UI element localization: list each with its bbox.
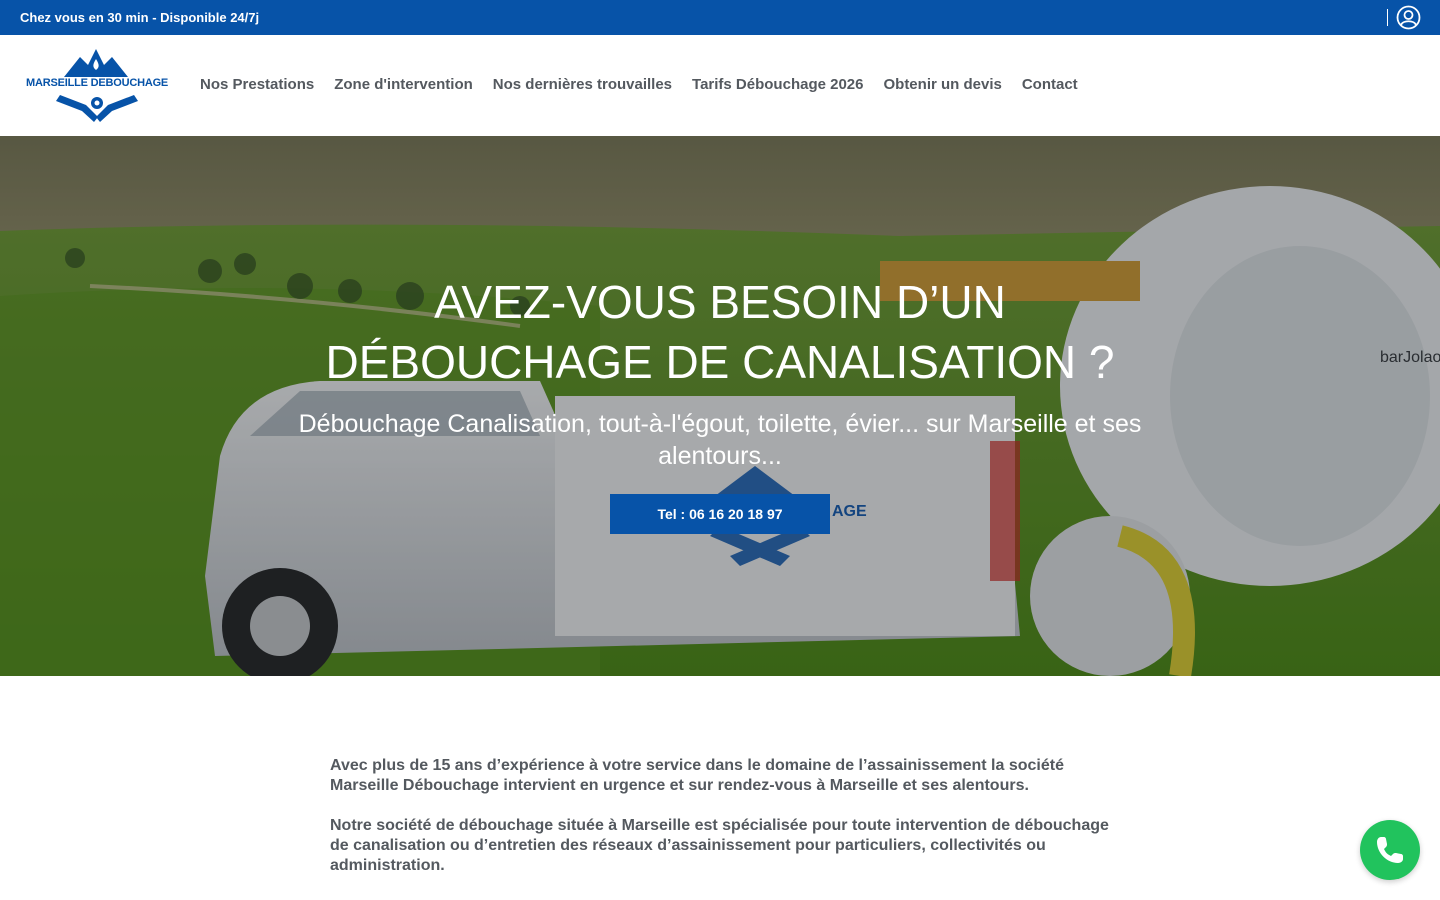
- intro-section: Avec plus de 15 ans d’expérience à votre…: [330, 756, 1120, 896]
- hero-title-line-1: AVEZ-VOUS BESOIN D’UN: [434, 276, 1006, 328]
- site-logo[interactable]: MARSEILLE DEBOUCHAGE: [24, 47, 170, 125]
- hero-title-line-2: DÉBOUCHAGE DE CANALISATION ?: [325, 336, 1115, 388]
- user-circle-icon[interactable]: [1396, 5, 1421, 30]
- nav-item-tarifs[interactable]: Tarifs Débouchage 2026: [682, 76, 873, 93]
- hero-overlay: [0, 136, 1440, 676]
- call-button[interactable]: Tel : 06 16 20 18 97: [610, 494, 830, 534]
- hero-banner: AGE barJolao AVEZ-VOUS BESOIN D’UN DÉBOU…: [0, 136, 1440, 676]
- top-bar: Chez vous en 30 min - Disponible 24/7j: [0, 0, 1440, 35]
- site-header: MARSEILLE DEBOUCHAGE Nos Prestations Zon…: [0, 35, 1440, 136]
- nav-item-contact[interactable]: Contact: [1012, 76, 1088, 93]
- phone-icon: [1377, 837, 1403, 863]
- intro-paragraph: Notre société de débouchage située à Mar…: [330, 817, 1109, 874]
- nav-item-dernieres-trouvailles[interactable]: Nos dernières trouvailles: [483, 76, 682, 93]
- intro-paragraph: Avec plus de 15 ans d’expérience à votre…: [330, 757, 1064, 794]
- logo-text: MARSEILLE DEBOUCHAGE: [26, 77, 169, 89]
- hero-title: AVEZ-VOUS BESOIN D’UN DÉBOUCHAGE DE CANA…: [270, 272, 1170, 392]
- availability-announcement: Chez vous en 30 min - Disponible 24/7j: [20, 10, 260, 25]
- topbar-divider: [1387, 9, 1388, 26]
- nav-item-zone-intervention[interactable]: Zone d'intervention: [324, 76, 483, 93]
- floating-call-button[interactable]: [1360, 820, 1420, 880]
- hero-subtitle: Débouchage Canalisation, tout-à-l'égout,…: [298, 410, 1142, 470]
- main-navigation: Nos Prestations Zone d'intervention Nos …: [190, 76, 1088, 93]
- nav-item-prestations[interactable]: Nos Prestations: [190, 76, 324, 93]
- nav-item-devis[interactable]: Obtenir un devis: [873, 76, 1011, 93]
